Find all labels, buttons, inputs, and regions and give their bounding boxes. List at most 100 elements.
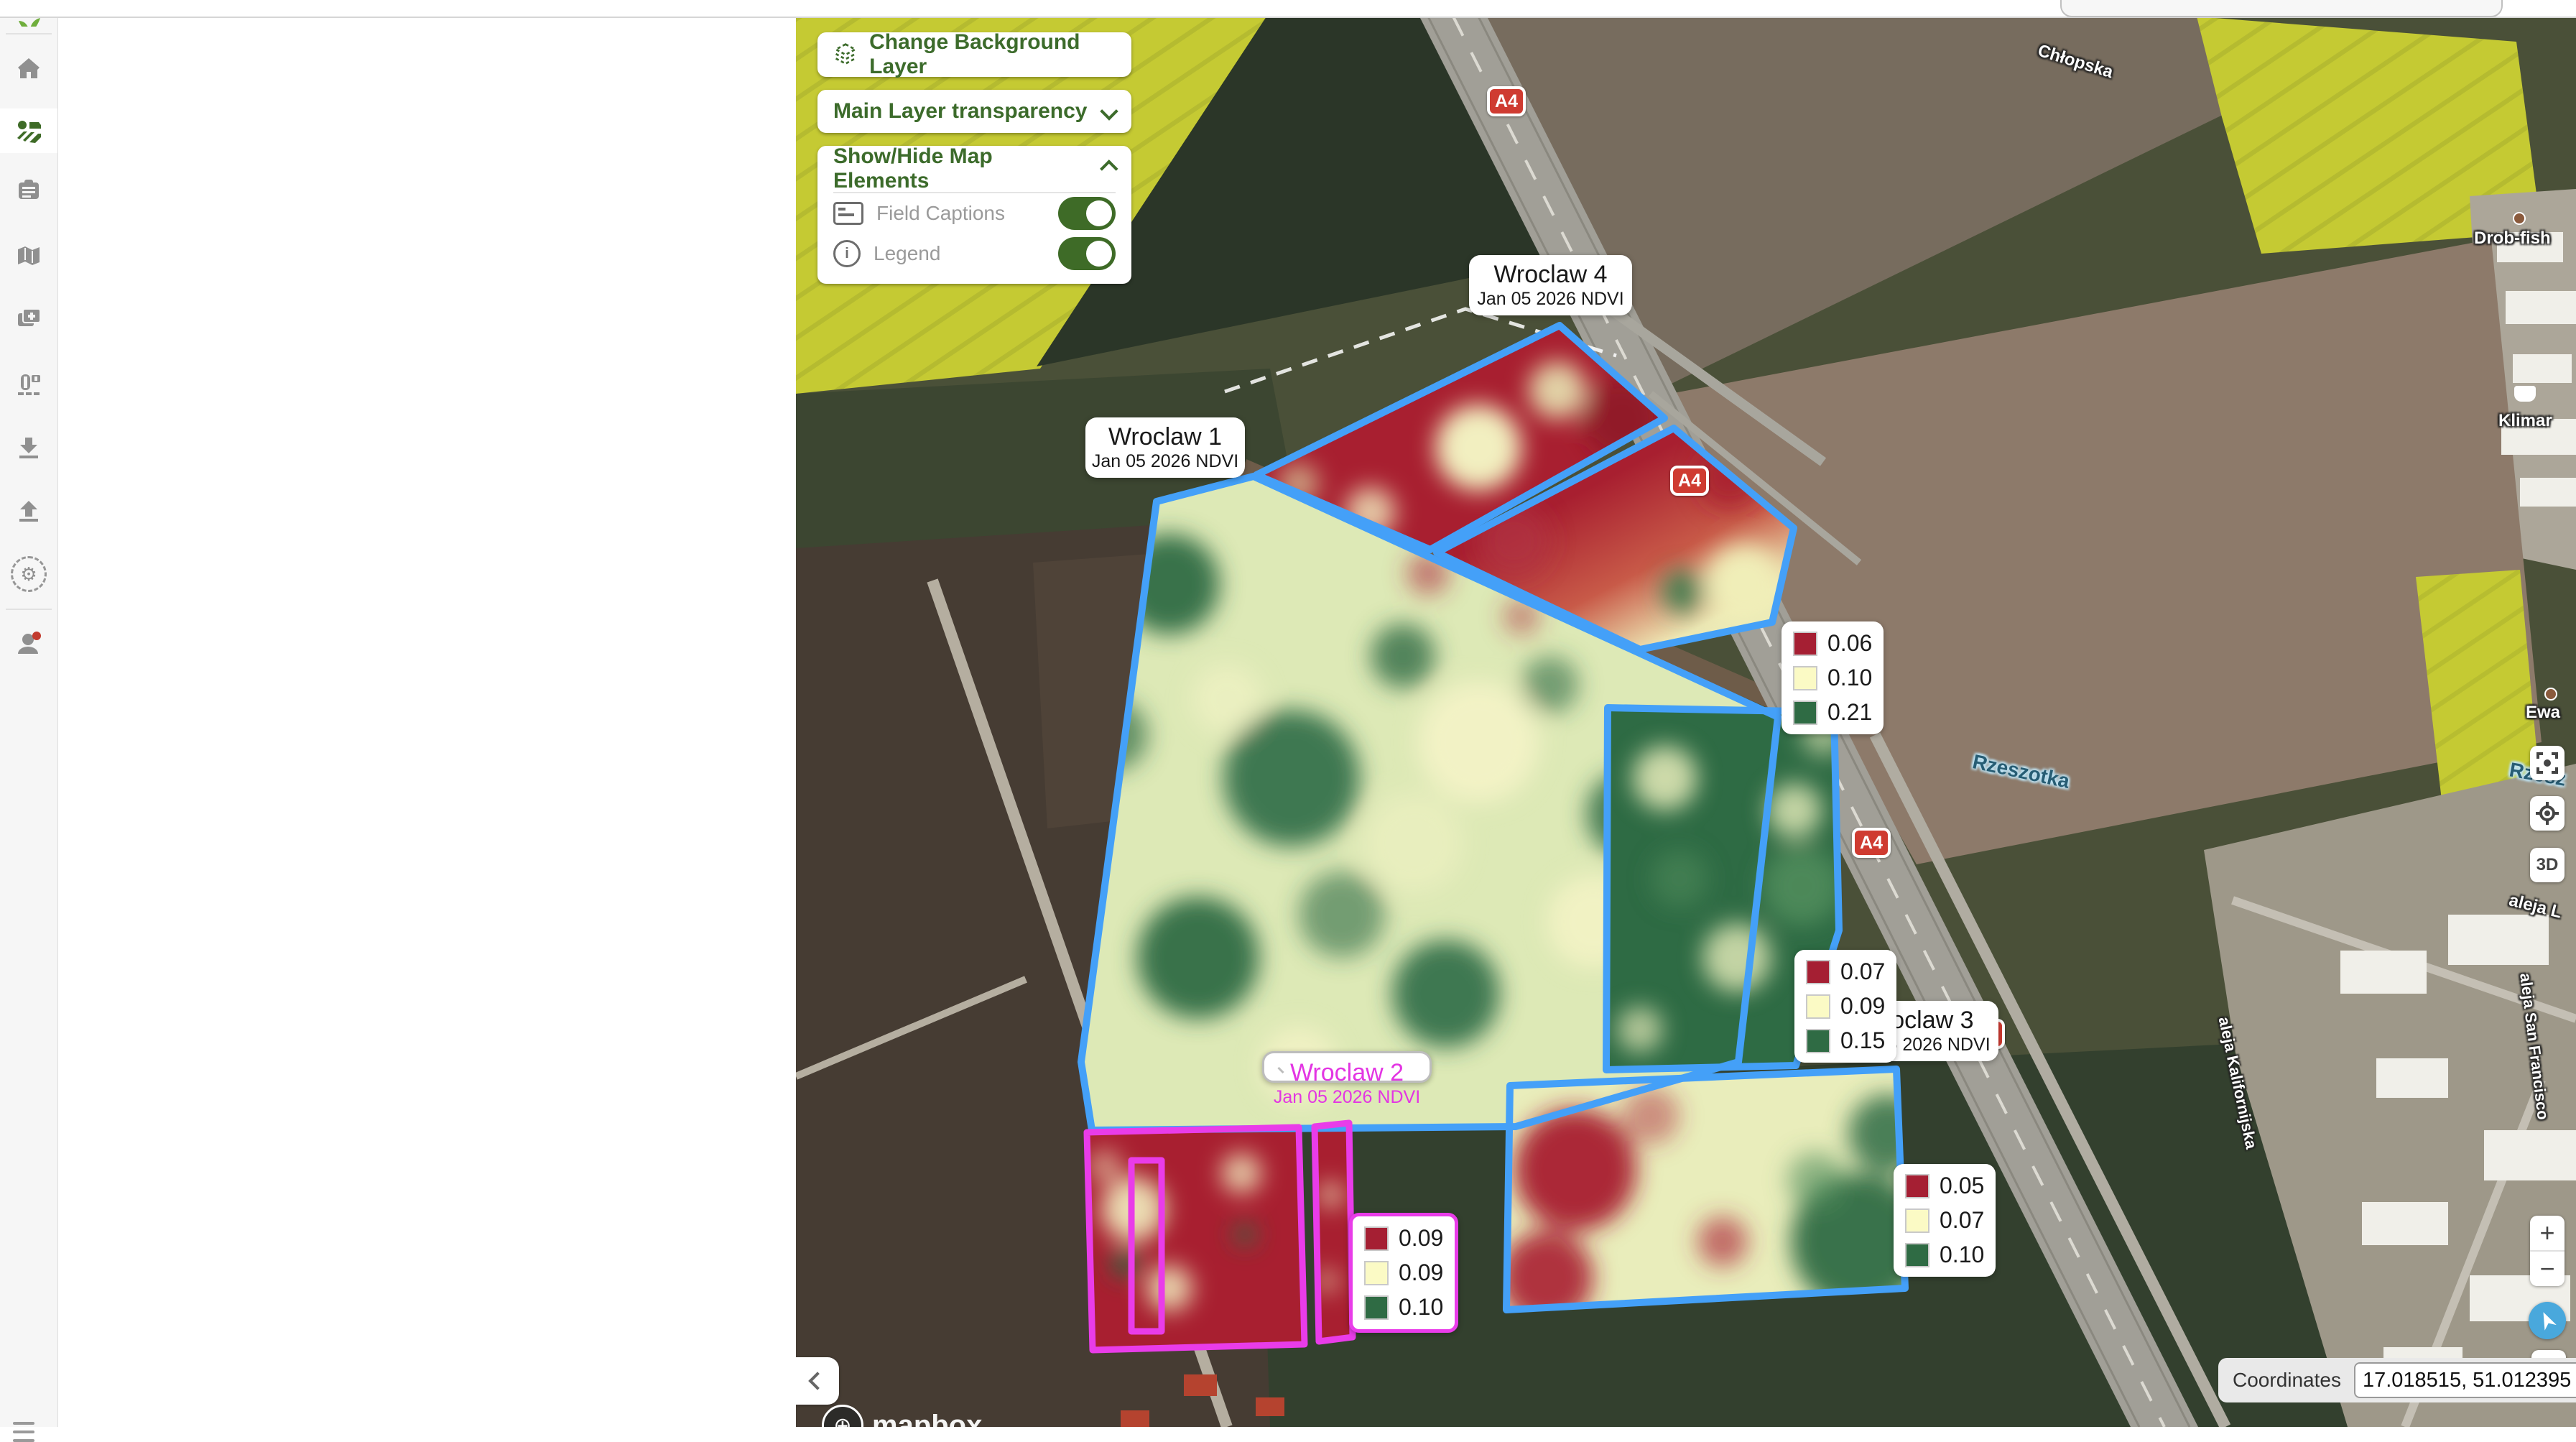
field-caption-wroclaw4[interactable]: Wroclaw 4 Jan 05 2026 NDVI (1469, 255, 1632, 315)
poi-dot (2544, 688, 2557, 701)
button-label: Main Layer transparency (833, 99, 1087, 124)
clipboard-icon (14, 176, 43, 205)
compass-button[interactable] (2529, 1302, 2566, 1339)
zoom-out-button[interactable]: − (2530, 1252, 2565, 1286)
ndvi-legend-wroclaw4: 0.06 0.10 0.21 (1782, 621, 1884, 734)
shop-icon (2514, 386, 2536, 402)
field-captions-toggle[interactable] (1058, 197, 1116, 230)
map-icon (14, 241, 43, 270)
coordinates-bar: Coordinates (2218, 1358, 2576, 1402)
caption-title: Wroclaw 2 (1269, 1059, 1425, 1087)
sidebar-item-home[interactable] (0, 47, 57, 89)
legend-swatch-mid (1806, 994, 1830, 1019)
menu-icon[interactable] (13, 1431, 34, 1433)
caption-title: Wroclaw 1 (1090, 423, 1241, 451)
sidebar-item-reports[interactable] (0, 170, 57, 211)
poi-label: Klimar (2498, 411, 2552, 431)
caption-subtitle: Jan 05 2026 NDVI (1090, 451, 1241, 472)
info-icon: i (833, 240, 861, 267)
3d-button[interactable]: 3D (2530, 848, 2565, 882)
legend-swatch-mid (1905, 1208, 1929, 1233)
sidebar-item-settings[interactable]: ⚙ (0, 553, 57, 595)
legend-toggle[interactable] (1058, 237, 1116, 270)
top-bar (0, 0, 2576, 18)
sidebar-item-fields[interactable] (0, 108, 57, 153)
layers-panel (57, 17, 796, 1427)
sprout-icon (19, 17, 40, 27)
legend-value: 0.10 (1827, 665, 1872, 691)
button-label: Change Background Layer (869, 30, 1116, 79)
chevron-down-icon (1100, 102, 1118, 120)
coordinates-label: Coordinates (2233, 1369, 2341, 1392)
global-search-input[interactable] (2060, 0, 2503, 17)
legend-swatch-low (1364, 1226, 1389, 1251)
sidebar-item-add-layers[interactable] (0, 297, 57, 339)
legend-swatch-low (1806, 960, 1830, 984)
legend-value: 0.09 (1399, 1260, 1443, 1286)
captions-icon (833, 202, 863, 225)
chevron-left-icon (808, 1372, 826, 1390)
menu-icon[interactable] (13, 1439, 34, 1442)
rail-divider (6, 33, 52, 34)
caption-subtitle: Jan 05 2026 NDVI (1269, 1087, 1425, 1108)
legend-value: 0.06 (1827, 630, 1872, 657)
sidebar-item-account[interactable] (0, 623, 57, 665)
legend-swatch-high (1806, 1029, 1830, 1053)
sidebar-item-soil-sampling[interactable] (0, 364, 57, 406)
legend-value: 0.05 (1940, 1173, 1984, 1199)
legend-row: i Legend (833, 234, 1116, 274)
sidebar-item-download[interactable] (0, 427, 57, 468)
ndvi-legend-wroclaw2: 0.09 0.09 0.10 (1349, 1213, 1458, 1333)
zoom-controls: + − (2530, 1216, 2565, 1286)
legend-value: 0.07 (1840, 958, 1885, 985)
ndvi-legend-wroclaw3: 0.07 0.09 0.15 (1794, 950, 1896, 1063)
layers-icon (833, 41, 858, 68)
user-icon (14, 629, 43, 658)
legend-swatch-mid (1364, 1261, 1389, 1285)
caption-subtitle: Jan 05 2026 NDVI (1473, 289, 1628, 310)
compass-icon (2533, 1306, 2562, 1335)
gear-icon: ⚙ (11, 556, 47, 592)
download-icon (14, 433, 43, 462)
map-attribution: ⊕ mapbox (822, 1405, 982, 1427)
field-caption-wroclaw2[interactable]: Wroclaw 2 Jan 05 2026 NDVI (1262, 1051, 1432, 1083)
toggle-label: Field Captions (876, 202, 1005, 225)
fit-bounds-button[interactable] (2530, 746, 2565, 780)
legend-value: 0.09 (1399, 1225, 1443, 1252)
legend-value: 0.07 (1940, 1207, 1984, 1234)
rail-divider (6, 609, 52, 610)
map-canvas[interactable]: Chłopska Rzeszotka Rzesz Drob-fish Klima… (796, 17, 2576, 1427)
legend-swatch-high (1364, 1295, 1389, 1320)
field-captions-row: Field Captions (833, 193, 1116, 234)
coordinates-input[interactable] (2354, 1362, 2576, 1398)
field-caption-wroclaw1[interactable]: Wroclaw 1 Jan 05 2026 NDVI (1085, 417, 1245, 478)
change-background-layer-button[interactable]: Change Background Layer (817, 32, 1131, 77)
poi-label: Ewa (2526, 703, 2560, 723)
legend-value: 0.21 (1827, 699, 1872, 726)
home-icon (14, 54, 43, 83)
legend-swatch-high (1793, 701, 1817, 725)
sidebar-item-map[interactable] (0, 235, 57, 277)
poi-dot (2513, 212, 2526, 225)
locate-icon (2536, 802, 2559, 825)
show-hide-map-elements-panel: Show/Hide Map Elements Field Captions i … (817, 146, 1131, 284)
main-layer-transparency-button[interactable]: Main Layer transparency (817, 90, 1131, 133)
chevron-up-icon (1100, 160, 1118, 177)
fit-bounds-icon (2536, 752, 2558, 774)
upload-icon (14, 496, 43, 525)
collapse-panel-button[interactable] (796, 1357, 839, 1405)
show-hide-header[interactable]: Show/Hide Map Elements (833, 146, 1116, 192)
icon-sidebar: ⚙ (0, 17, 58, 1427)
menu-icon[interactable] (13, 1422, 34, 1425)
road-shield: A4 (1852, 828, 1891, 858)
zoom-in-button[interactable]: + (2530, 1216, 2565, 1252)
sidebar-item-upload[interactable] (0, 490, 57, 532)
legend-value: 0.10 (1940, 1242, 1984, 1268)
legend-swatch-low (1793, 632, 1817, 656)
ndvi-legend-bottom-field: 0.05 0.07 0.10 (1894, 1164, 1996, 1277)
panel-title: Show/Hide Map Elements (833, 144, 1090, 193)
legend-swatch-mid (1793, 666, 1817, 690)
legend-value: 0.10 (1399, 1294, 1443, 1321)
road-shield: A4 (1670, 466, 1709, 496)
locate-button[interactable] (2530, 796, 2565, 831)
